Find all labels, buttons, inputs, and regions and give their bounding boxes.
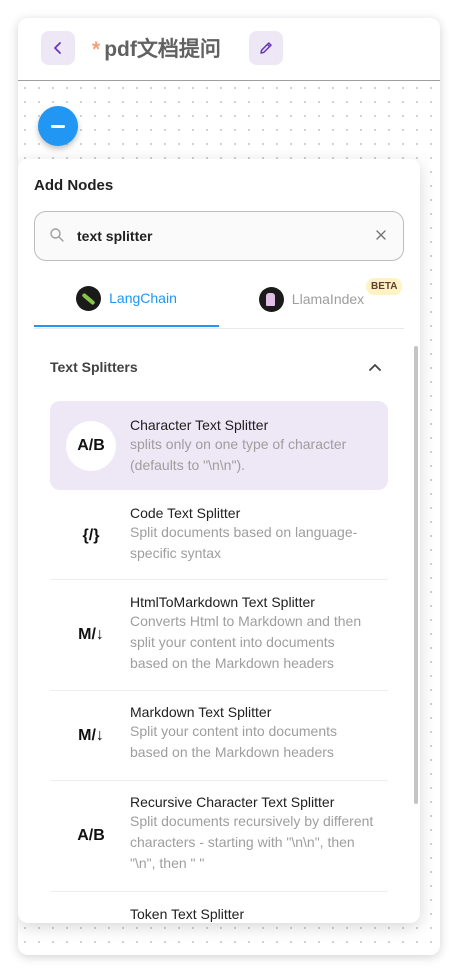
flow-name: pdf文档提问 [104, 38, 221, 61]
search-input[interactable] [77, 225, 347, 247]
list-item[interactable]: M/↓ HtmlToMarkdown Text Splitter Convert… [50, 580, 388, 691]
llamaindex-logo-icon [258, 286, 284, 312]
langchain-logo-icon [76, 285, 102, 311]
back-button[interactable] [41, 31, 75, 65]
chevron-up-icon[interactable] [368, 361, 382, 373]
tab-langchain[interactable]: LangChain [34, 271, 219, 327]
item-title: Token Text Splitter [130, 906, 245, 922]
item-description: splits only on one type of character (de… [130, 436, 347, 473]
item-title: Character Text Splitter [130, 417, 269, 433]
list-item[interactable]: A/B Character Text Splitter splits only … [50, 401, 388, 490]
list-item[interactable]: A/B Recursive Character Text Splitter Sp… [50, 781, 388, 892]
text-splitter-icon: A/B [77, 827, 105, 844]
item-title: HtmlToMarkdown Text Splitter [130, 594, 315, 610]
framework-tabs: LangChain LlamaIndex [34, 271, 404, 329]
list-item[interactable]: Token Text Splitter [50, 892, 388, 923]
tab-label: LangChain [109, 290, 177, 306]
item-description: Split documents based on language-specif… [130, 524, 358, 561]
code-icon: {/} [82, 527, 100, 544]
close-add-nodes-button[interactable] [38, 106, 78, 146]
pencil-icon [260, 42, 272, 54]
markdown-icon: M/↓ [78, 727, 104, 744]
item-title: Code Text Splitter [130, 505, 241, 521]
close-icon[interactable] [375, 229, 387, 241]
page-title: * pdf文档提问 [92, 33, 221, 63]
markdown-icon: M/↓ [78, 626, 104, 643]
item-description: Split documents recursively by different… [130, 813, 374, 871]
tab-label: LlamaIndex [291, 291, 365, 307]
edit-title-button[interactable] [249, 31, 283, 65]
item-description: Split your content into documents based … [130, 723, 338, 760]
search-icon [50, 228, 64, 242]
item-description: Converts Html to Markdown and then split… [130, 613, 362, 671]
beta-badge: BETA [366, 278, 403, 295]
list-item[interactable]: {/} Code Text Splitter Split documents b… [50, 493, 388, 580]
section-title[interactable]: Text Splitters [50, 359, 138, 375]
minus-icon [51, 124, 65, 128]
item-title: Markdown Text Splitter [130, 704, 272, 720]
canvas-header: * pdf文档提问 [18, 18, 440, 81]
list-item[interactable]: M/↓ Markdown Text Splitter Split your co… [50, 691, 388, 781]
unsaved-marker: * [92, 38, 101, 61]
scrollbar[interactable] [414, 346, 418, 804]
add-nodes-panel: Add Nodes LangChain LlamaIndex BETA Text… [18, 159, 420, 923]
panel-title: Add Nodes [34, 177, 114, 194]
back-arrow-icon [54, 42, 61, 54]
app-window: *pdf文档提问 Add Nodes LangChain [18, 18, 440, 955]
item-title: Recursive Character Text Splitter [130, 794, 335, 810]
text-splitter-icon: A/B [66, 421, 116, 471]
search-box[interactable] [34, 211, 404, 261]
